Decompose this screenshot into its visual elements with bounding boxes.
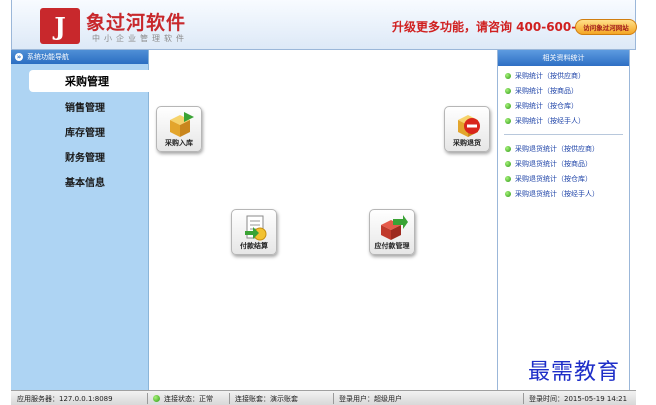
payment-settlement-label: 付款结算 (240, 242, 268, 250)
nav-item-purchase[interactable]: 采购管理 (29, 70, 149, 92)
stat-link-return-by-warehouse[interactable]: 采购退货统计（按仓库） (505, 171, 629, 186)
payment-settlement-tile[interactable]: 付款结算 (231, 209, 277, 255)
logo-subtitle: 中小企业管理软件 (92, 34, 188, 43)
status-user: 登录用户：超级用户 (339, 395, 402, 403)
stat-link-purchase-by-handler[interactable]: 采购统计（按经手人） (505, 113, 629, 128)
purchase-in-tile[interactable]: 采购入库 (156, 106, 202, 152)
green-dot-icon (505, 175, 511, 182)
green-dot-icon (505, 117, 511, 124)
green-dot-icon (505, 145, 511, 152)
stat-link-purchase-by-warehouse[interactable]: 采购统计（按仓库） (505, 98, 629, 113)
purchase-in-icon (170, 112, 194, 137)
status-separator (229, 393, 230, 404)
system-nav: » 系统功能导航 采购管理 销售管理 库存管理 财务管理 基本信息 (11, 50, 149, 390)
nav-item-inventory[interactable]: 库存管理 (11, 120, 149, 142)
main-workspace: 采购入库 采购退货 付款结算 应付款管理 (149, 50, 497, 390)
status-separator (147, 393, 148, 404)
visit-website-button[interactable]: 访问象过河网站 (575, 19, 637, 35)
stats-panel-title: 相关资料统计 (498, 50, 629, 66)
accounts-payable-tile[interactable]: 应付款管理 (369, 209, 415, 255)
stats-panel: 相关资料统计 采购统计（按供应商） 采购统计（按商品） 采购统计（按仓库） 采购… (497, 50, 630, 390)
green-dot-icon (505, 160, 511, 167)
status-bar: 应用服务器：127.0.0.1:8089 连接状态：正常 连接账套：演示账套 登… (11, 390, 636, 405)
logo-title: 象过河软件 (86, 12, 187, 34)
payment-settlement-icon (245, 215, 267, 241)
watermark: 最需教育 (528, 360, 621, 385)
purchase-return-tile[interactable]: 采购退货 (444, 106, 490, 152)
nav-item-finance[interactable]: 财务管理 (11, 145, 149, 167)
purchase-stats-list: 采购统计（按供应商） 采购统计（按商品） 采购统计（按仓库） 采购统计（按经手人… (498, 68, 629, 128)
purchase-in-label: 采购入库 (165, 139, 193, 147)
status-account: 连接账套：演示账套 (235, 395, 298, 403)
nav-item-basic-info[interactable]: 基本信息 (11, 170, 149, 192)
purchase-return-icon (458, 115, 480, 137)
stat-link-purchase-by-product[interactable]: 采购统计（按商品） (505, 83, 629, 98)
stat-link-return-by-product[interactable]: 采购退货统计（按商品） (505, 156, 629, 171)
accounts-payable-icon (381, 215, 408, 240)
green-dot-icon (505, 190, 511, 197)
status-login-time: 登录时间：2015-05-19 14:21 (529, 395, 628, 403)
connection-status-icon (153, 395, 160, 402)
status-server: 应用服务器：127.0.0.1:8089 (17, 395, 113, 403)
nav-header: » 系统功能导航 (11, 50, 148, 64)
stats-divider (504, 134, 623, 135)
purchase-return-stats-list: 采购退货统计（按供应商） 采购退货统计（按商品） 采购退货统计（按仓库） 采购退… (498, 141, 629, 201)
nav-header-label: 系统功能导航 (27, 53, 69, 61)
green-dot-icon (505, 87, 511, 94)
stat-link-purchase-by-supplier[interactable]: 采购统计（按供应商） (505, 68, 629, 83)
accounts-payable-label: 应付款管理 (374, 242, 410, 250)
status-connection: 连接状态：正常 (164, 395, 213, 403)
status-separator (333, 393, 334, 404)
nav-header-icon: » (15, 53, 23, 61)
stat-link-return-by-handler[interactable]: 采购退货统计（按经手人） (505, 186, 629, 201)
green-dot-icon (505, 102, 511, 109)
logo-icon: J (40, 8, 80, 44)
purchase-return-label: 采购退货 (453, 139, 481, 147)
nav-item-sales[interactable]: 销售管理 (11, 95, 149, 117)
green-dot-icon (505, 72, 511, 79)
stat-link-return-by-supplier[interactable]: 采购退货统计（按供应商） (505, 141, 629, 156)
app-header: J 象过河软件 中小企业管理软件 升级更多功能，请咨询 400-600-1168… (11, 0, 637, 50)
status-separator (523, 393, 524, 404)
